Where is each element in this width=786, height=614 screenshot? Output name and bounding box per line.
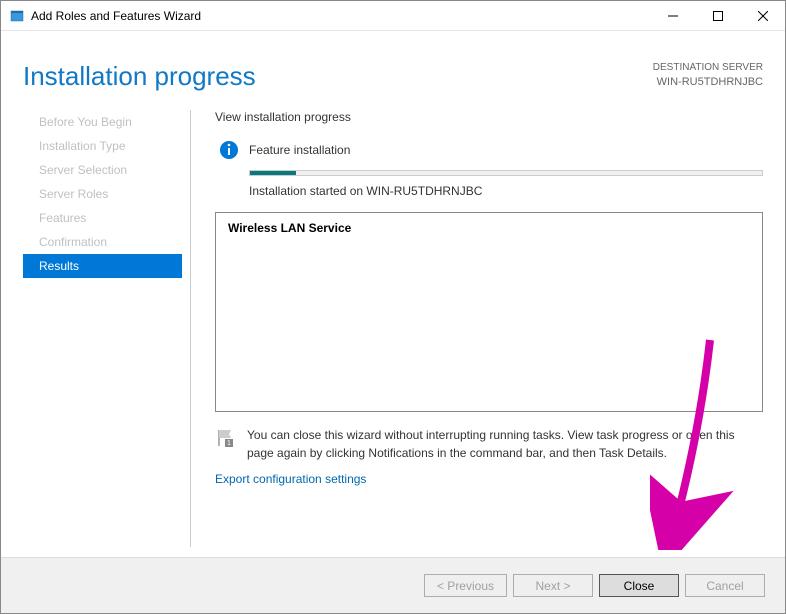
sidebar-item-before-you-begin: Before You Begin	[23, 110, 182, 134]
sidebar-item-installation-type: Installation Type	[23, 134, 182, 158]
app-icon	[9, 8, 25, 24]
info-icon	[219, 140, 239, 160]
sidebar-item-confirmation: Confirmation	[23, 230, 182, 254]
progress-bar	[249, 170, 763, 176]
status-text: Feature installation	[249, 143, 350, 157]
previous-button: < Previous	[424, 574, 507, 597]
dest-name: WIN-RU5TDHRNJBC	[653, 75, 763, 90]
progress-fill	[250, 171, 296, 175]
status-row: Feature installation	[215, 140, 763, 160]
sidebar-item-server-selection: Server Selection	[23, 158, 182, 182]
titlebar: Add Roles and Features Wizard	[1, 1, 785, 31]
minimize-button[interactable]	[650, 1, 695, 30]
sidebar-item-server-roles: Server Roles	[23, 182, 182, 206]
close-wizard-button[interactable]: Close	[599, 574, 679, 597]
wizard-window: Add Roles and Features Wizard Installati…	[0, 0, 786, 614]
button-bar: < Previous Next > Close Cancel	[1, 557, 785, 613]
feature-item: Wireless LAN Service	[228, 221, 750, 235]
window-title: Add Roles and Features Wizard	[31, 9, 650, 23]
destination-server: DESTINATION SERVER WIN-RU5TDHRNJBC	[653, 61, 763, 90]
footer-note: 1 You can close this wizard without inte…	[215, 426, 763, 462]
wizard-sidebar: Before You Begin Installation Type Serve…	[23, 110, 191, 547]
feature-list: Wireless LAN Service	[215, 212, 763, 412]
cancel-button: Cancel	[685, 574, 765, 597]
header-area: Installation progress DESTINATION SERVER…	[1, 31, 785, 110]
install-status: Installation started on WIN-RU5TDHRNJBC	[249, 184, 763, 198]
footer-text: You can close this wizard without interr…	[247, 426, 763, 462]
content-header: View installation progress	[215, 110, 763, 124]
svg-text:1: 1	[227, 440, 231, 447]
window-controls	[650, 1, 785, 30]
flag-icon: 1	[215, 428, 235, 448]
next-button: Next >	[513, 574, 593, 597]
page-title: Installation progress	[23, 61, 256, 92]
dest-label: DESTINATION SERVER	[653, 61, 763, 75]
export-link[interactable]: Export configuration settings	[215, 472, 763, 486]
sidebar-item-results[interactable]: Results	[23, 254, 182, 278]
sidebar-item-features: Features	[23, 206, 182, 230]
body-area: Before You Begin Installation Type Serve…	[1, 110, 785, 557]
close-button[interactable]	[740, 1, 785, 30]
content-area: View installation progress Feature insta…	[191, 110, 763, 547]
maximize-button[interactable]	[695, 1, 740, 30]
